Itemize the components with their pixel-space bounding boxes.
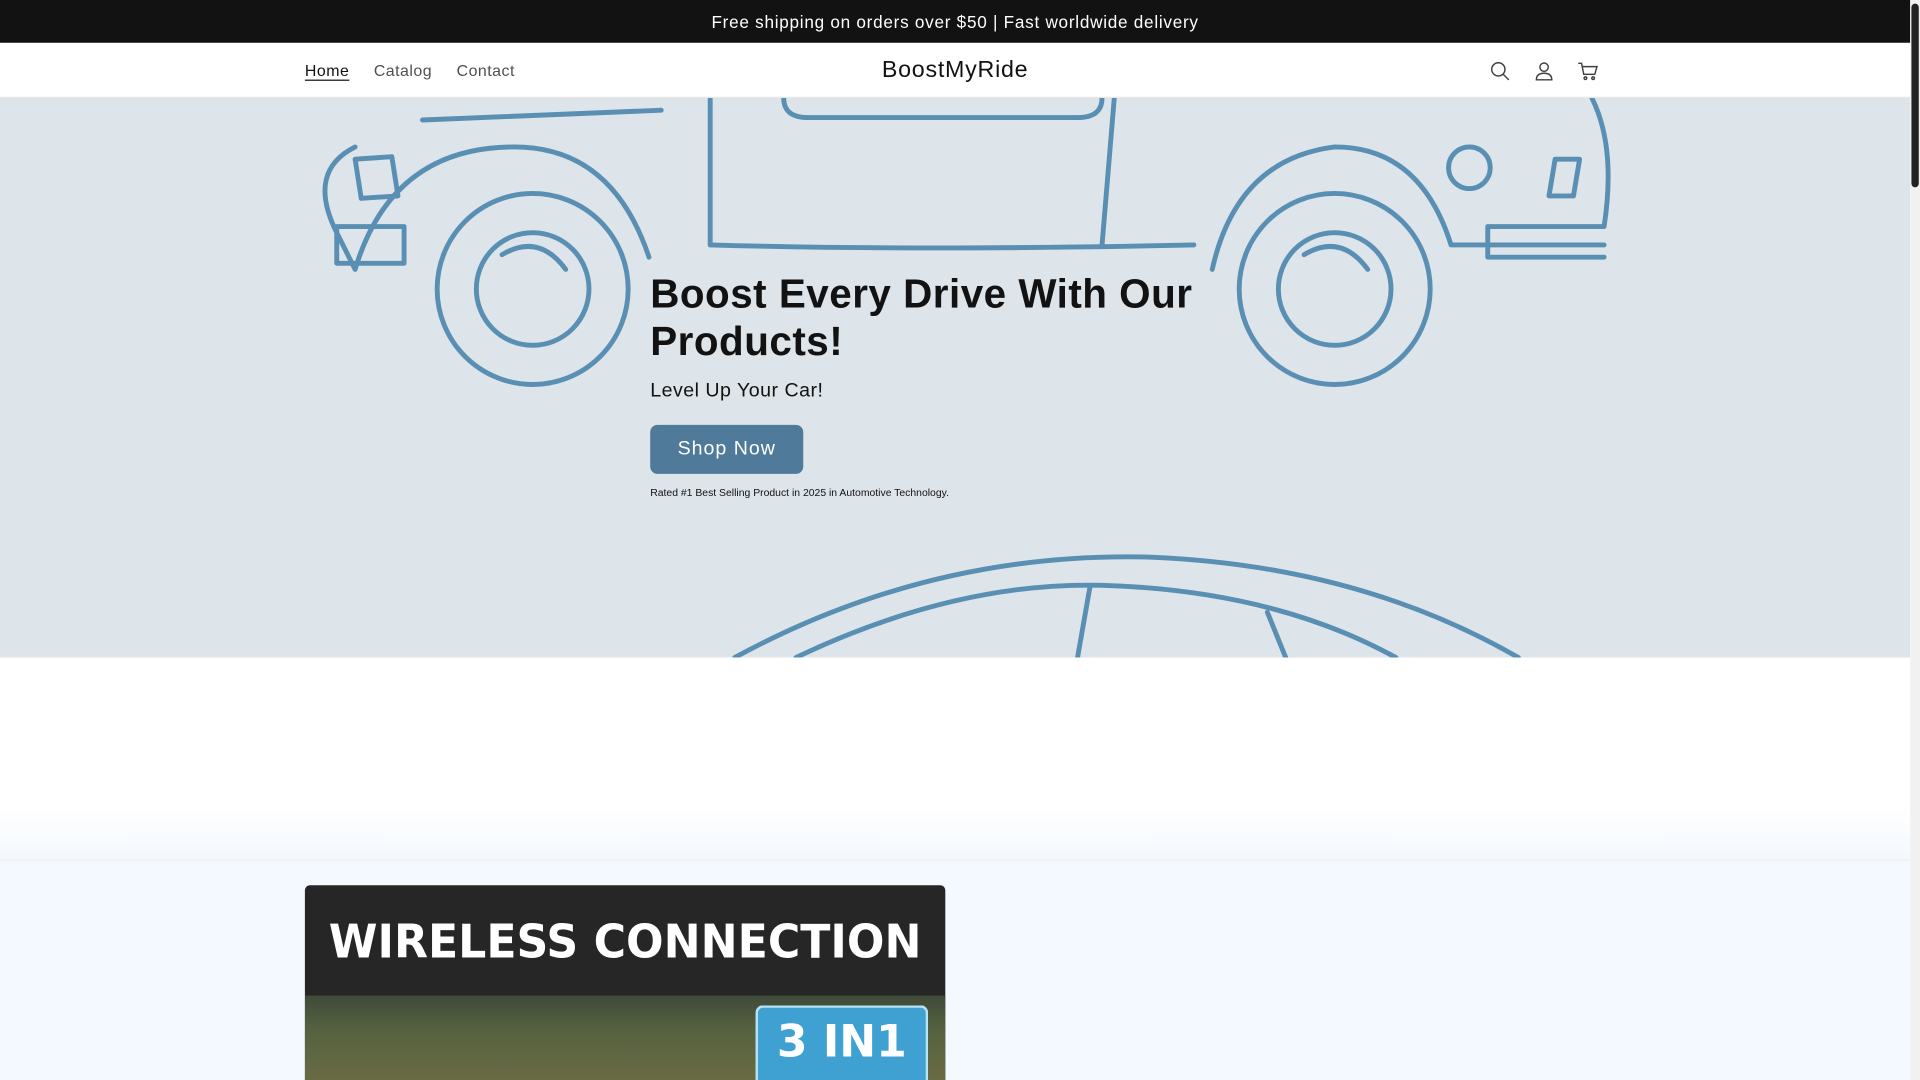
scrollbar-thumb[interactable] (1911, 3, 1919, 188)
page: Free shipping on orders over $50 | Fast … (0, 0, 1920, 1080)
nav-link-catalog[interactable]: Catalog (374, 61, 432, 79)
store-logo[interactable]: BoostMyRide (882, 57, 1028, 84)
main-nav: Home Catalog Contact (305, 43, 515, 98)
account-icon[interactable] (1529, 56, 1558, 85)
logo-container: BoostMyRide (0, 43, 1910, 98)
product-image[interactable]: WIRELESS CONNECTION 3 IN1 (304, 885, 946, 1080)
announcement-bar: Free shipping on orders over $50 | Fast … (0, 0, 1911, 43)
cart-icon[interactable] (1573, 56, 1602, 85)
hero-content: Boost Every Drive With Our Products! Lev… (650, 269, 1287, 498)
site-header: Home Catalog Contact BoostMyRide (0, 42, 1911, 98)
image-badge: 3 IN1 (755, 1005, 929, 1080)
nav-link-contact[interactable]: Contact (457, 61, 515, 79)
hero-rating-note: Rated #1 Best Selling Product in 2025 in… (650, 486, 949, 499)
nav-link-home[interactable]: Home (305, 61, 349, 79)
section-spacer (0, 657, 1911, 860)
hero-title: Boost Every Drive With Our Products! (650, 270, 1193, 364)
shop-now-button[interactable]: Shop Now (650, 424, 804, 474)
hero-subtitle: Level Up Your Car! (650, 380, 824, 402)
feature-section: WIRELESS CONNECTION 3 IN1 (0, 860, 1911, 1080)
header-icons (1485, 43, 1603, 98)
image-headline: WIRELESS CONNECTION (328, 914, 922, 969)
page-scrollbar[interactable] (1910, 0, 1920, 1080)
announcement-text: Free shipping on orders over $50 | Fast … (711, 11, 1199, 32)
search-icon[interactable] (1485, 56, 1514, 85)
hero-banner: Boost Every Drive With Our Products! Lev… (0, 97, 1911, 658)
